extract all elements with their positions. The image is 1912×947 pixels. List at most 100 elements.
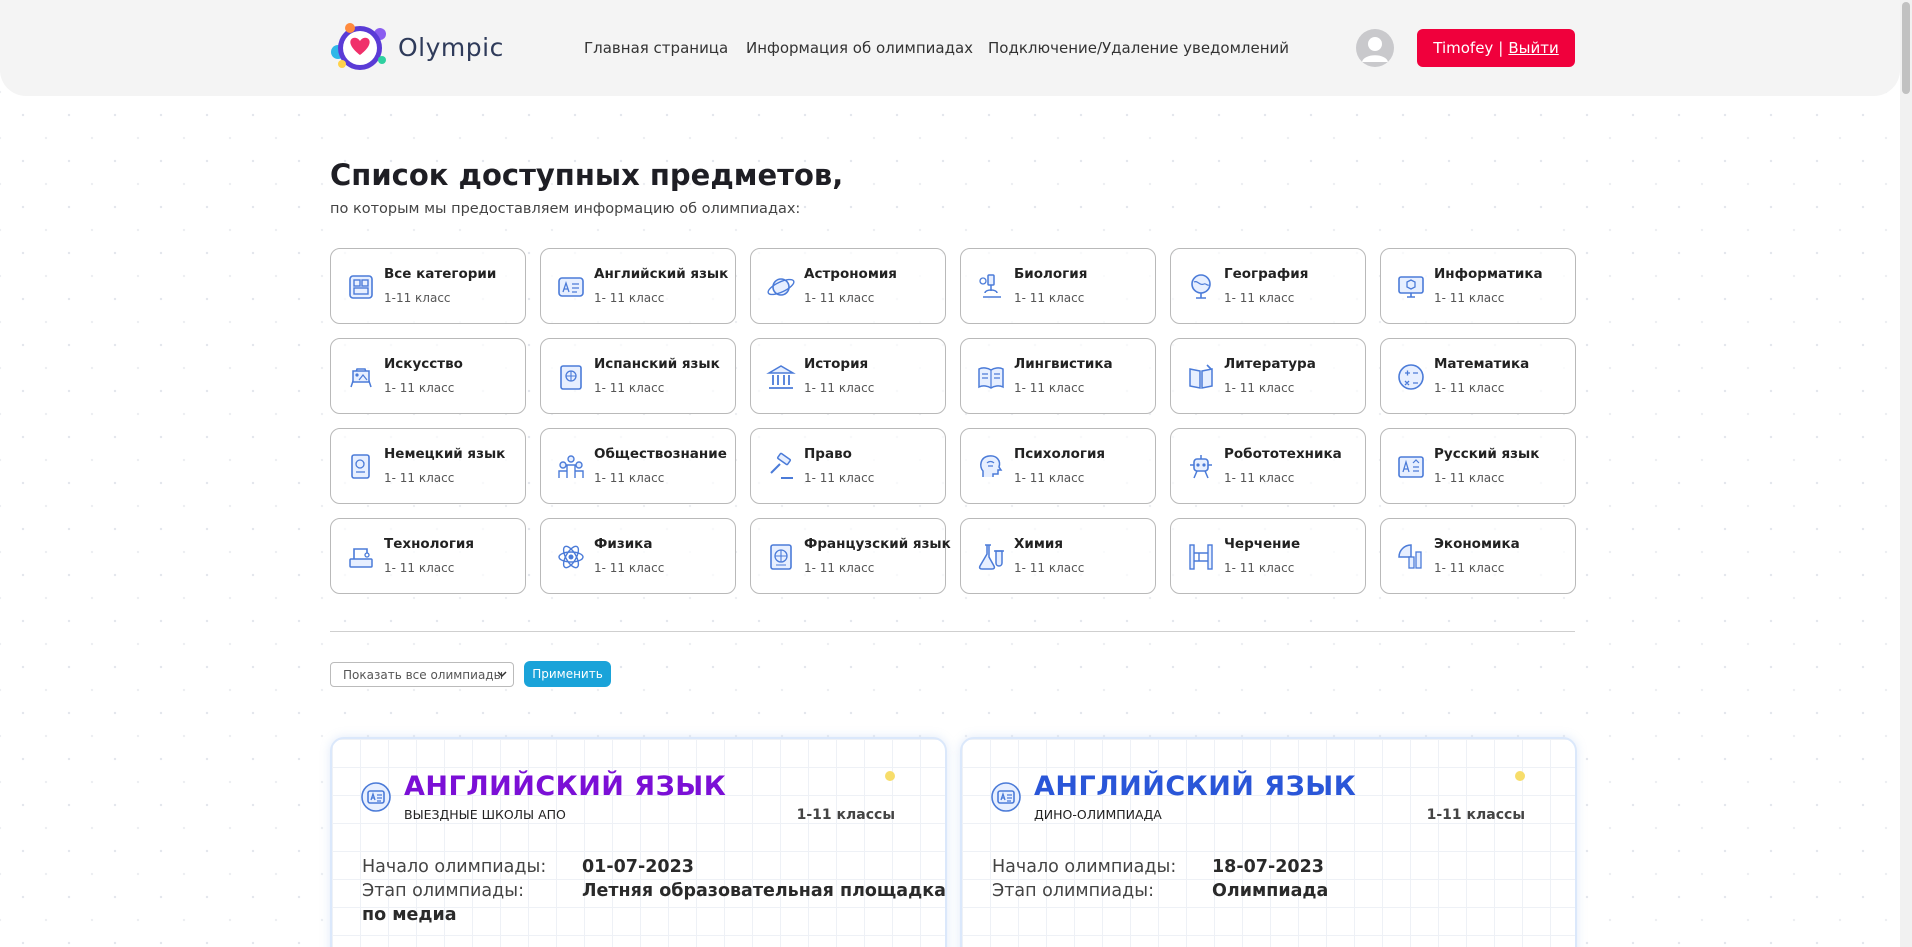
category-grade: 1- 11 класс [1014,561,1085,575]
olympiad-card[interactable]: АНГЛИЙСКИЙ ЯЗЫК ВЫЕЗДНЫЕ ШКОЛЫ АПО 1-11 … [330,737,947,947]
page-title: Список доступных предметов, [330,158,844,192]
category-card[interactable]: Литература 1- 11 класс [1170,338,1366,414]
category-grade: 1- 11 класс [1224,291,1295,305]
category-card[interactable]: Информатика 1- 11 класс [1380,248,1576,324]
nav-home[interactable]: Главная страница [584,39,728,57]
robotics-icon [1185,451,1217,483]
olympiad-subject: АНГЛИЙСКИЙ ЯЗЫК [1034,771,1357,802]
english-icon [360,781,392,813]
category-card[interactable]: Черчение 1- 11 класс [1170,518,1366,594]
olympiad-subject: АНГЛИЙСКИЙ ЯЗЫК [404,771,727,802]
category-name: Испанский язык [594,356,720,372]
category-card[interactable]: Искусство 1- 11 класс [330,338,526,414]
olympiad-card[interactable]: АНГЛИЙСКИЙ ЯЗЫК ДИНО-ОЛИМПИАДА 1-11 клас… [960,737,1577,947]
russian-icon [1395,451,1427,483]
olympiad-name: ВЫЕЗДНЫЕ ШКОЛЫ АПО [404,807,566,822]
psychology-icon [975,451,1007,483]
user-name: Timofey [1433,39,1494,57]
category-grade: 1- 11 класс [804,381,875,395]
all-categories-icon [345,271,377,303]
category-grade: 1- 11 класс [1434,471,1505,485]
user-logout-button[interactable]: Timofey | Выйти [1417,29,1575,67]
scrollbar[interactable] [1900,0,1912,947]
category-card[interactable]: Физика 1- 11 класс [540,518,736,594]
category-name: Робототехника [1224,446,1342,462]
chemistry-icon [975,541,1007,573]
apply-button[interactable]: Применить [524,661,611,687]
category-card[interactable]: Обществознание 1- 11 класс [540,428,736,504]
nav-olympiad-info[interactable]: Информация об олимпиадах [746,39,973,57]
category-grade: 1- 11 класс [1224,381,1295,395]
olympiad-grades: 1-11 классы [796,807,895,823]
category-name: Биология [1014,266,1088,282]
category-card[interactable]: Робототехника 1- 11 класс [1170,428,1366,504]
category-grade: 1- 11 класс [594,561,665,575]
category-card[interactable]: Немецкий язык 1- 11 класс [330,428,526,504]
category-name: Технология [384,536,475,552]
category-grade: 1- 11 класс [594,471,665,485]
french-icon [765,541,797,573]
category-name: Астрономия [804,266,897,282]
category-name: Черчение [1224,536,1301,552]
category-name: Математика [1434,356,1530,372]
category-card[interactable]: История 1- 11 класс [750,338,946,414]
category-card[interactable]: Право 1- 11 класс [750,428,946,504]
category-card[interactable]: Химия 1- 11 класс [960,518,1156,594]
logo-mark-icon [330,20,388,74]
olympiad-filter-select[interactable]: Показать все олимпиады [330,662,514,687]
category-name: Химия [1014,536,1064,552]
category-card[interactable]: Английский язык 1- 11 класс [540,248,736,324]
category-card[interactable]: Все категории 1-11 класс [330,248,526,324]
category-name: Английский язык [594,266,729,282]
literature-icon [1185,361,1217,393]
category-card[interactable]: Технология 1- 11 класс [330,518,526,594]
category-grade: 1- 11 класс [1434,381,1505,395]
category-name: Французский язык [804,536,951,552]
status-dot [885,771,895,781]
start-label: Начало олимпиады: [362,857,547,877]
stage-value: Олимпиада [1212,881,1329,901]
category-name: Право [804,446,852,462]
category-name: Искусство [384,356,463,372]
logout-link[interactable]: Выйти [1508,39,1558,57]
category-grade: 1- 11 класс [1224,471,1295,485]
technology-icon [345,541,377,573]
biology-icon [975,271,1007,303]
page-subtitle: по которым мы предоставляем информацию о… [330,201,801,217]
category-card[interactable]: Математика 1- 11 класс [1380,338,1576,414]
physics-icon [555,541,587,573]
category-grade: 1- 11 класс [1434,561,1505,575]
category-name: Физика [594,536,653,552]
user-avatar-icon[interactable] [1356,29,1394,67]
nav-notifications[interactable]: Подключение/Удаление уведомлений [988,39,1289,57]
category-card[interactable]: Испанский язык 1- 11 класс [540,338,736,414]
category-card[interactable]: Астрономия 1- 11 класс [750,248,946,324]
category-card[interactable]: Экономика 1- 11 класс [1380,518,1576,594]
art-icon [345,361,377,393]
social-studies-icon [555,451,587,483]
site-header: Olympic Главная страница Информация об о… [0,0,1900,96]
category-name: Русский язык [1434,446,1540,462]
geography-icon [1185,271,1217,303]
informatics-icon [1395,271,1427,303]
category-name: Информатика [1434,266,1543,282]
olympiad-name: ДИНО-ОЛИМПИАДА [1034,807,1162,822]
divider [330,631,1575,632]
english-icon [555,271,587,303]
start-date: 18-07-2023 [1212,857,1324,877]
category-card[interactable]: Русский язык 1- 11 класс [1380,428,1576,504]
german-icon [345,451,377,483]
category-name: Психология [1014,446,1106,462]
category-card[interactable]: Лингвистика 1- 11 класс [960,338,1156,414]
category-card[interactable]: География 1- 11 класс [1170,248,1366,324]
scrollbar-thumb[interactable] [1902,2,1910,94]
category-card[interactable]: Психология 1- 11 класс [960,428,1156,504]
logo[interactable]: Olympic [330,20,504,74]
category-grade: 1- 11 класс [1014,471,1085,485]
stage-label: Этап олимпиады: [362,881,524,901]
category-card[interactable]: Биология 1- 11 класс [960,248,1156,324]
category-grade: 1-11 класс [384,291,451,305]
category-grade: 1- 11 класс [1014,291,1085,305]
category-grade: 1- 11 класс [1434,291,1505,305]
category-card[interactable]: Французский язык 1- 11 класс [750,518,951,594]
